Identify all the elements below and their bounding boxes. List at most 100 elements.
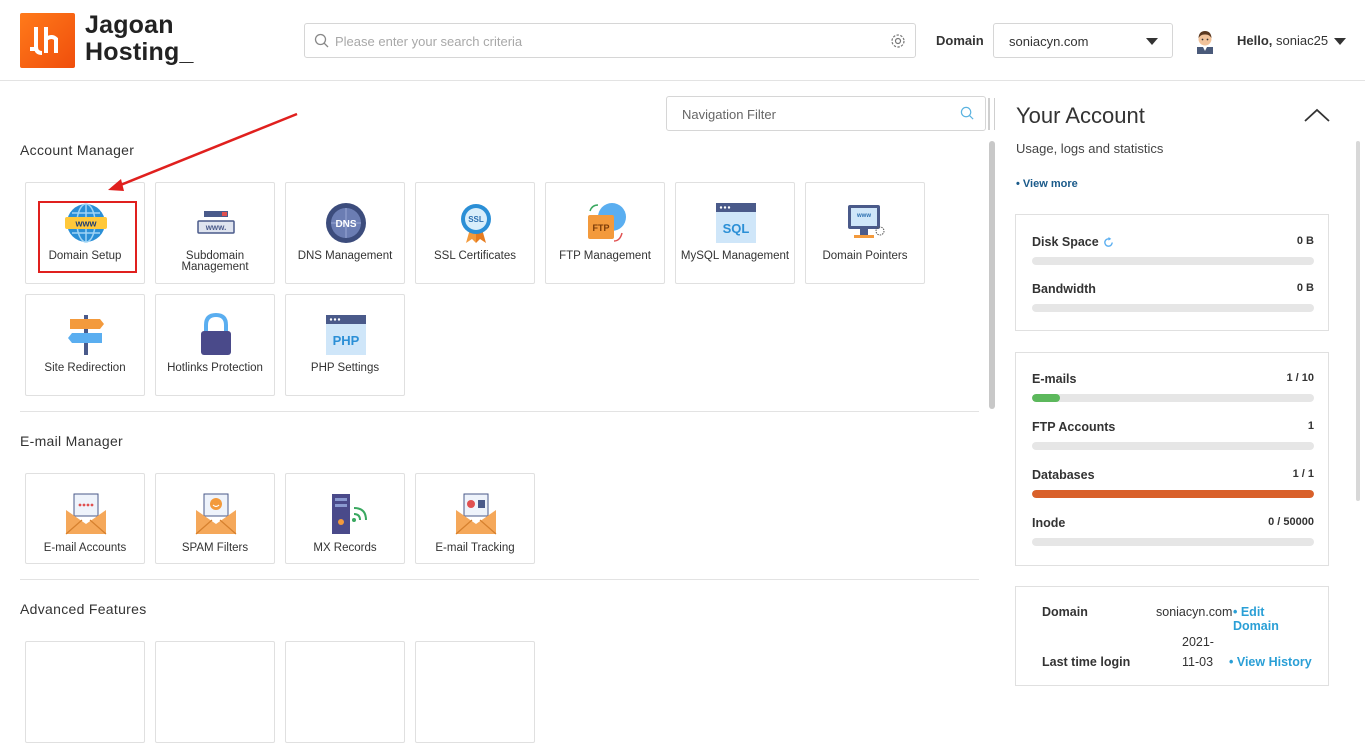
tile-mysql-management[interactable]: SQL MySQL Management xyxy=(675,182,795,284)
tile-ssl-certificates[interactable]: SSL SSL Certificates xyxy=(415,182,535,284)
sidebar-subtitle: Usage, logs and statistics xyxy=(1016,141,1164,156)
sidebar-title: Your Account xyxy=(1016,103,1145,128)
tile-site-redirection[interactable]: Site Redirection xyxy=(25,294,145,396)
logo-mark-icon xyxy=(30,27,58,55)
stat-name: Databases xyxy=(1032,468,1095,482)
search-icon[interactable] xyxy=(960,106,975,121)
top-header: Jagoan Hosting_ Domain soniacyn.com Hell… xyxy=(0,0,1365,81)
navigation-filter xyxy=(666,96,986,131)
subdomain-icon: www. xyxy=(197,211,235,234)
tile-hotlinks-protection[interactable]: Hotlinks Protection xyxy=(155,294,275,396)
progress-fill xyxy=(1032,394,1061,402)
user-greeting[interactable]: Hello, soniac25 xyxy=(1237,33,1328,48)
svg-text:DNS: DNS xyxy=(335,219,356,230)
tile-label: Subdomain Management xyxy=(181,250,249,273)
brand-name[interactable]: Jagoan Hosting_ xyxy=(85,12,194,66)
svg-text:SQL: SQL xyxy=(723,221,750,236)
svg-text:www: www xyxy=(856,213,871,219)
info-value: soniacyn.com xyxy=(1156,605,1233,619)
section-title-advanced-features: Advanced Features xyxy=(20,601,147,617)
mx-records-icon xyxy=(332,494,367,534)
brand-line-1: Jagoan xyxy=(85,11,174,39)
dns-icon: DNS xyxy=(326,203,366,243)
tile-ftp-management[interactable]: FTP FTP Management xyxy=(545,182,665,284)
tile-label: Site Redirection xyxy=(44,362,126,374)
stat-name: E-mails xyxy=(1032,372,1077,386)
tile-label: MySQL Management xyxy=(680,250,790,262)
info-key: Domain xyxy=(1042,605,1088,619)
divider xyxy=(20,411,979,412)
view-history-link[interactable]: • View History xyxy=(1229,655,1312,669)
tile-domain-pointers[interactable]: www Domain Pointers xyxy=(805,182,925,284)
progress-bar xyxy=(1032,304,1314,312)
greeting-text: Hello, xyxy=(1237,33,1273,48)
info-value: 11-03 xyxy=(1182,655,1214,669)
tile-email-accounts[interactable]: E-mail Accounts xyxy=(25,473,145,564)
stat-value: 0 B xyxy=(1296,235,1314,247)
domain-select[interactable]: soniacyn.com xyxy=(993,23,1173,58)
ssl-badge-icon: SSL xyxy=(461,204,491,243)
search-icon xyxy=(314,33,329,48)
tile-label: E-mail Tracking xyxy=(435,542,515,554)
svg-text:PHP: PHP xyxy=(333,333,360,348)
usage-panel: Disk Space 0 B Bandwidth 0 B xyxy=(1015,214,1329,331)
stat-name: Inode xyxy=(1032,516,1066,530)
tile-mx-records[interactable]: MX Records xyxy=(285,473,405,564)
progress-bar xyxy=(1032,394,1314,402)
tile-label: MX Records xyxy=(313,542,377,554)
chevron-up-icon[interactable] xyxy=(1304,108,1330,122)
tile-email-tracking[interactable]: E-mail Tracking xyxy=(415,473,535,564)
annotation-highlight xyxy=(38,201,137,273)
info-panel: Domain soniacyn.com • Edit Domain 2021- … xyxy=(1015,586,1329,686)
svg-text:www.: www. xyxy=(205,223,227,232)
username: soniac25 xyxy=(1276,33,1329,48)
tile-subdomain-management[interactable]: www. Subdomain Management xyxy=(155,182,275,284)
tile-label: SSL Certificates xyxy=(433,250,517,262)
domain-selected-value: soniacyn.com xyxy=(1009,34,1089,49)
tile-advanced-4[interactable] xyxy=(415,641,535,743)
php-icon: PHP xyxy=(326,315,366,355)
refresh-icon[interactable] xyxy=(1103,237,1114,248)
account-sidebar: Your Account Usage, logs and statistics … xyxy=(995,81,1365,686)
avatar[interactable] xyxy=(1194,28,1216,54)
tile-label: Domain Pointers xyxy=(822,250,908,262)
brand-line-2: Hosting_ xyxy=(85,38,194,66)
info-key: Last time login xyxy=(1042,655,1131,669)
tile-label: DNS Management xyxy=(297,250,393,262)
section-title-email-manager: E-mail Manager xyxy=(20,433,124,449)
progress-fill xyxy=(1032,490,1314,498)
email-accounts-icon xyxy=(65,493,107,535)
sidebar-scrollbar[interactable] xyxy=(1356,141,1360,501)
progress-bar xyxy=(1032,490,1314,498)
tile-php-settings[interactable]: PHP PHP Settings xyxy=(285,294,405,396)
ftp-folder-icon: FTP xyxy=(588,203,626,242)
stat-value: 1 / 1 xyxy=(1292,468,1314,480)
tile-advanced-3[interactable] xyxy=(285,641,405,743)
brand-logo[interactable] xyxy=(20,13,75,68)
user-menu-chevron-icon[interactable] xyxy=(1334,38,1346,45)
edit-domain-link[interactable]: • Edit Domain xyxy=(1233,605,1312,633)
tile-dns-management[interactable]: DNS DNS Management xyxy=(285,182,405,284)
tile-advanced-1[interactable] xyxy=(25,641,145,743)
gear-icon[interactable] xyxy=(890,33,906,49)
tile-label: PHP Settings xyxy=(310,362,380,374)
navigation-filter-input[interactable] xyxy=(682,104,942,124)
stat-name: Bandwidth xyxy=(1032,282,1096,296)
search-input[interactable] xyxy=(335,30,875,52)
progress-bar xyxy=(1032,442,1314,450)
tile-label: Hotlinks Protection xyxy=(167,362,263,374)
view-more-link[interactable]: • View more xyxy=(1016,178,1078,190)
chevron-down-icon xyxy=(1146,38,1158,45)
padlock-icon xyxy=(201,313,231,355)
tile-advanced-2[interactable] xyxy=(155,641,275,743)
domain-label: Domain xyxy=(936,33,984,48)
domain-pointer-icon: www xyxy=(848,205,885,238)
stat-name: Disk Space xyxy=(1032,235,1099,249)
tile-spam-filters[interactable]: SPAM Filters xyxy=(155,473,275,564)
divider xyxy=(20,579,979,580)
section-title-account-manager: Account Manager xyxy=(20,142,135,158)
spam-filter-icon xyxy=(195,493,237,535)
global-search xyxy=(304,23,916,58)
stat-value: 1 xyxy=(1307,420,1314,432)
tile-label: SPAM Filters xyxy=(181,542,249,554)
